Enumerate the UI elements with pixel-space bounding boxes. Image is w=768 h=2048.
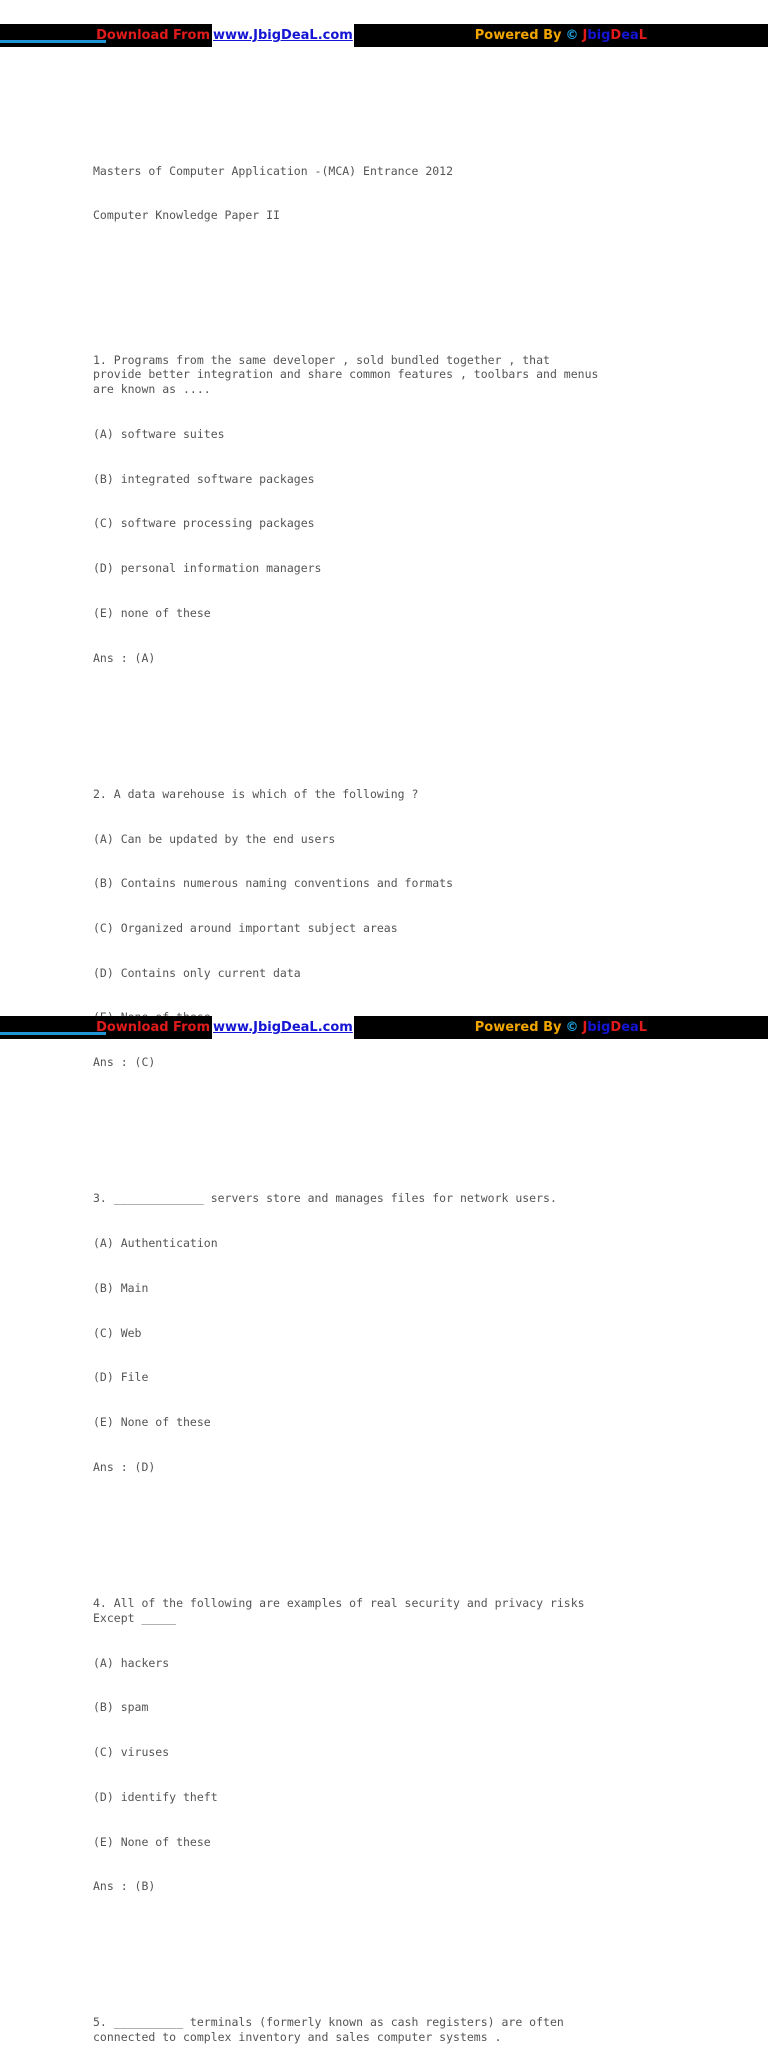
question-option: (D) File (93, 1370, 149, 1385)
question-stem: 3. _____________ servers store and manag… (93, 1191, 557, 1206)
header-banner: Download From www.JbigDeaL.com Powered B… (0, 24, 768, 47)
brand-letter-l: L (638, 28, 648, 43)
question-block: 1. Programs from the same developer , so… (93, 323, 733, 696)
question-option: (B) Main (93, 1280, 149, 1295)
question-block: 5. __________ terminals (formerly known … (93, 1986, 733, 2048)
question-option: (E) None of these (93, 1834, 211, 1849)
footer-left-block: Download From (0, 1016, 212, 1039)
question-option: (C) software processing packages (93, 516, 315, 531)
download-from-label: Download From (96, 1020, 210, 1035)
question-stem: 5. __________ terminals (formerly known … (93, 2015, 564, 2045)
question-option: (D) Contains only current data (93, 965, 301, 980)
cyan-rule-decoration (0, 40, 106, 43)
question-stem: 1. Programs from the same developer , so… (93, 352, 599, 397)
copyright-icon: © (565, 1020, 579, 1035)
question-option: (B) integrated software packages (93, 471, 315, 486)
powered-by-label: Powered By (474, 1020, 562, 1035)
question-option: (D) personal information managers (93, 561, 322, 576)
question-option: (E) None of these (93, 1415, 211, 1430)
site-link-block[interactable]: www.JbigDeaL.com (212, 24, 354, 47)
download-from-label: Download From (96, 28, 210, 43)
question-block: 4. All of the following are examples of … (93, 1566, 733, 1924)
question-option: (D) identify theft (93, 1789, 218, 1804)
brand-letter-l: L (638, 1020, 648, 1035)
header-right-block: Powered By © Jbig Dea L (353, 24, 768, 47)
brand-letter-d: D (610, 28, 622, 43)
brand-letters-ea: ea (621, 1020, 639, 1035)
question-option: (C) Organized around important subject a… (93, 921, 398, 936)
brand-letter-d: D (610, 1020, 622, 1035)
cyan-rule-decoration (0, 1032, 106, 1035)
footer-right-block: Powered By © Jbig Dea L (353, 1016, 768, 1039)
question-option: (C) Web (93, 1325, 142, 1340)
question-answer: Ans : (B) (93, 1879, 156, 1894)
question-option: (A) Authentication (93, 1236, 218, 1251)
question-answer: Ans : (C) (93, 1055, 156, 1070)
footer-banner: Download From www.JbigDeaL.com Powered B… (0, 1016, 768, 1039)
question-option: (E) none of these (93, 605, 211, 620)
question-option: (A) software suites (93, 427, 225, 442)
question-paper-text: Masters of Computer Application -(MCA) E… (93, 89, 733, 2048)
document-page: Masters of Computer Application -(MCA) E… (0, 47, 768, 2044)
question-option: (B) Contains numerous naming conventions… (93, 876, 454, 891)
powered-by-label: Powered By (474, 28, 562, 43)
site-link[interactable]: www.JbigDeaL.com (213, 1016, 353, 1039)
question-option: (A) hackers (93, 1655, 170, 1670)
question-option: (B) spam (93, 1700, 149, 1715)
question-stem: 2. A data warehouse is which of the foll… (93, 786, 419, 801)
brand-letters-big: big (587, 28, 611, 43)
question-block: 2. A data warehouse is which of the foll… (93, 757, 733, 1100)
question-stem: 4. All of the following are examples of … (93, 1596, 585, 1625)
paper-title-line-1: Masters of Computer Application -(MCA) E… (93, 163, 454, 178)
header-left-block: Download From (0, 24, 212, 47)
paper-title: Masters of Computer Application -(MCA) E… (93, 134, 733, 253)
brand-letters-ea: ea (621, 28, 639, 43)
question-answer: Ans : (D) (93, 1459, 156, 1474)
question-option: (C) viruses (93, 1745, 170, 1760)
site-link[interactable]: www.JbigDeaL.com (213, 24, 353, 47)
question-answer: Ans : (A) (93, 650, 156, 665)
question-block: 3. _____________ servers store and manag… (93, 1162, 733, 1505)
question-option: (A) Can be updated by the end users (93, 831, 336, 846)
brand-letters-big: big (587, 1020, 611, 1035)
paper-title-line-2: Computer Knowledge Paper II (93, 208, 280, 223)
site-link-block[interactable]: www.JbigDeaL.com (212, 1016, 354, 1039)
copyright-icon: © (565, 28, 579, 43)
